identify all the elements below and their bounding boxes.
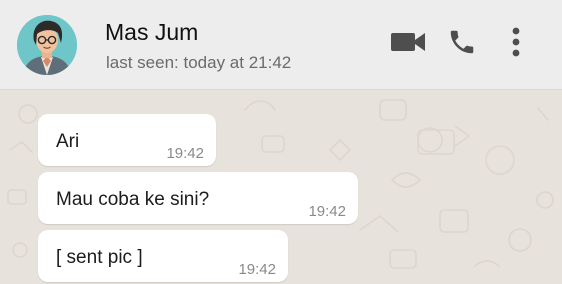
more-options-button[interactable] <box>496 22 536 62</box>
voice-call-button[interactable] <box>442 22 482 62</box>
last-seen-status: last seen: today at 21:42 <box>106 53 292 72</box>
message-bubble[interactable]: [ sent pic ] 19:42 <box>38 230 288 282</box>
contact-avatar[interactable] <box>17 15 77 75</box>
more-vertical-icon <box>512 27 520 57</box>
video-call-button[interactable] <box>388 22 428 62</box>
message-timestamp: 19:42 <box>308 203 346 220</box>
message-bubble[interactable]: Mau coba ke sini? 19:42 <box>38 172 358 224</box>
message-text: Ari <box>56 131 80 152</box>
video-camera-icon <box>391 33 425 51</box>
message-list[interactable]: Ari 19:42 Mau coba ke sini? 19:42 [ sent… <box>0 90 562 284</box>
message-timestamp: 19:42 <box>238 261 276 278</box>
contact-name[interactable]: Mas Jum <box>105 19 198 46</box>
phone-icon <box>450 30 474 54</box>
message-timestamp: 19:42 <box>166 145 204 162</box>
chat-screen: Mas Jum last seen: today at 21:42 Ari 19… <box>0 0 562 284</box>
message-text: Mau coba ke sini? <box>56 189 210 210</box>
cartoon-man-avatar-icon <box>17 15 77 75</box>
message-text: [ sent pic ] <box>56 247 143 268</box>
chat-header: Mas Jum last seen: today at 21:42 <box>0 0 562 90</box>
message-bubble[interactable]: Ari 19:42 <box>38 114 216 166</box>
